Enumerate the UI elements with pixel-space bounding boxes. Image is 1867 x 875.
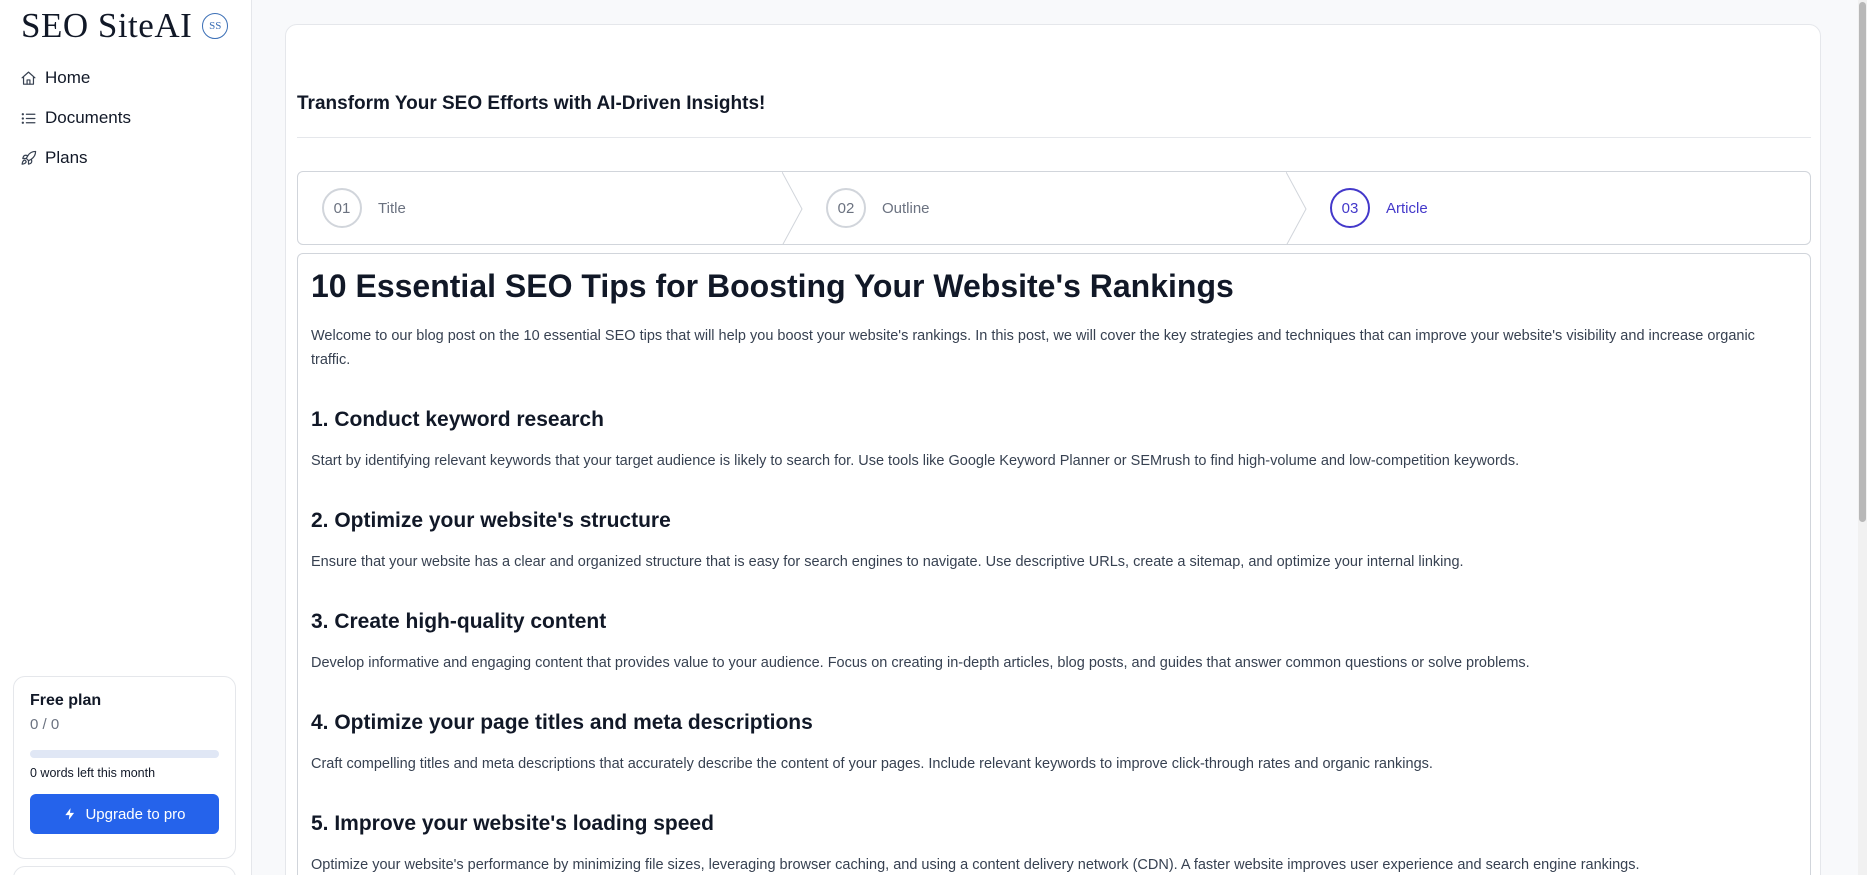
main-panel: Transform Your SEO Efforts with AI-Drive… <box>285 24 1821 875</box>
section-body: Start by identifying relevant keywords t… <box>311 453 1520 469</box>
section-heading: 4. Optimize your page titles and meta de… <box>311 711 813 734</box>
step-separator <box>782 172 803 244</box>
stepper: 01 Title 02 Outline 03 Article <box>297 171 1811 245</box>
section-body: Craft compelling titles and meta descrip… <box>311 756 1433 772</box>
page-scrollbar[interactable] <box>1858 0 1867 875</box>
plan-card: Free plan 0 / 0 0 words left this month … <box>13 676 236 859</box>
sidebar: SEO SiteAI SS Home Documents Plans Free … <box>0 0 252 875</box>
rocket-icon <box>21 150 37 165</box>
article-intro: Welcome to our blog post on the 10 essen… <box>311 328 1755 368</box>
sidebar-item-label: Home <box>45 68 91 87</box>
article-heading: 10 Essential SEO Tips for Boosting Your … <box>311 268 1234 304</box>
sidebar-item-plans[interactable]: Plans <box>20 138 131 178</box>
section-heading: 2. Optimize your website's structure <box>311 509 671 532</box>
sidebar-nav: Home Documents Plans <box>20 58 131 178</box>
step-number: 01 <box>322 188 362 228</box>
upgrade-button[interactable]: Upgrade to pro <box>30 794 219 834</box>
step-label: Outline <box>882 199 930 217</box>
user-avatar[interactable]: SS <box>202 13 229 39</box>
section-heading: 1. Conduct keyword research <box>311 408 604 431</box>
home-icon <box>21 71 36 85</box>
step-separator <box>1286 172 1307 244</box>
plan-words-left: 0 words left this month <box>30 766 156 780</box>
section-heading: 3. Create high-quality content <box>311 610 607 633</box>
plan-usage-bar <box>30 750 219 758</box>
section-body: Ensure that your website has a clear and… <box>311 554 1464 570</box>
step-label: Article <box>1386 199 1428 217</box>
step-article[interactable]: 03 Article <box>1330 172 1428 244</box>
step-outline[interactable]: 02 Outline <box>826 172 930 244</box>
sidebar-item-documents[interactable]: Documents <box>20 98 131 138</box>
step-title[interactable]: 01 Title <box>322 172 406 244</box>
sidebar-item-label: Plans <box>45 148 88 167</box>
lightning-icon <box>65 808 75 820</box>
section-body: Develop informative and engaging content… <box>311 655 1530 671</box>
secondary-card <box>13 866 236 875</box>
section-heading: 5. Improve your website's loading speed <box>311 812 714 835</box>
scrollbar-thumb[interactable] <box>1859 2 1866 522</box>
plan-usage-count: 0 / 0 <box>30 716 60 733</box>
plan-title: Free plan <box>30 692 102 709</box>
section-body: Optimize your website's performance by m… <box>311 857 1640 873</box>
brand-logo[interactable]: SEO SiteAI SS <box>21 6 229 46</box>
list-icon <box>21 112 36 124</box>
upgrade-button-label: Upgrade to pro <box>85 805 186 823</box>
article-editor[interactable]: 10 Essential SEO Tips for Boosting Your … <box>297 253 1811 875</box>
step-number: 03 <box>1330 188 1370 228</box>
page-title: Transform Your SEO Efforts with AI-Drive… <box>297 93 766 114</box>
step-number: 02 <box>826 188 866 228</box>
sidebar-item-home[interactable]: Home <box>20 58 131 98</box>
brand-name: SEO SiteAI <box>21 6 193 45</box>
step-label: Title <box>378 199 406 217</box>
divider <box>297 137 1811 138</box>
sidebar-item-label: Documents <box>45 108 131 127</box>
